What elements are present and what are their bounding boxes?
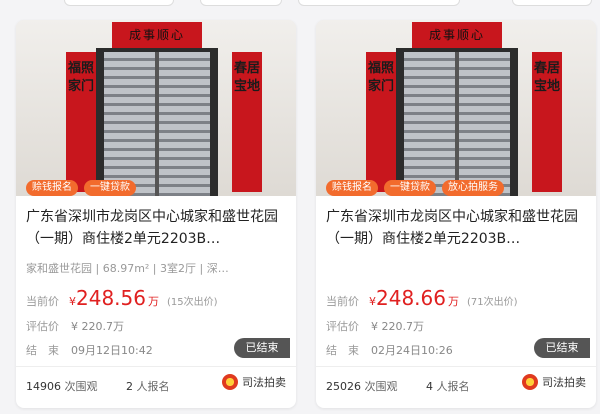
tag-list: 赊钱报名 一键贷款 [26, 180, 136, 196]
listing-meta: 家和盛世花园 | 68.97m² | 3室2厅 | 深… [26, 262, 229, 275]
signup-count: 4 人报名 [426, 380, 470, 393]
end-label: 结 束 [26, 344, 59, 357]
court-emblem-icon [222, 374, 238, 390]
end-value: 02月24日10:26 [371, 344, 453, 357]
evaluation-row: 评估价 ¥ 220.7万 [326, 318, 424, 334]
tag-list: 赊钱报名 一键贷款 放心拍服务 [326, 180, 504, 196]
evaluation-row: 评估价 ¥ 220.7万 [26, 318, 124, 334]
tag-credit-signup: 赊钱报名 [26, 180, 78, 196]
price-label: 当前价 [26, 295, 59, 308]
end-value: 09月12日10:42 [71, 344, 153, 357]
source-label: 司法拍卖 [542, 376, 586, 389]
views-count: 14906 次围观 [26, 380, 98, 393]
eval-value: ¥ 220.7万 [71, 320, 124, 333]
status-badge: 已结束 [534, 338, 590, 358]
couplet-left: 福照家门 [366, 52, 396, 192]
current-price: 248.66 [376, 286, 446, 310]
eval-label: 评估价 [326, 320, 359, 333]
auction-card[interactable]: 成事顺心 福照家门 春居宝地 赊钱报名 一键贷款 放心拍服务 广东省深圳市龙岗区… [316, 20, 596, 408]
tag-one-click-loan: 一键贷款 [384, 180, 436, 196]
door-banner: 成事顺心 [412, 22, 502, 48]
end-label: 结 束 [326, 344, 359, 357]
listing-title[interactable]: 广东省深圳市龙岗区中心城家和盛世花园（一期）商住楼2单元2203B… [26, 206, 288, 250]
current-price-row: 当前价 ¥248.66 万 (71次出价) [326, 286, 518, 310]
source-label: 司法拍卖 [242, 376, 286, 389]
auction-card[interactable]: 成事顺心 福照家门 春居宝地 赊钱报名 一键贷款 广东省深圳市龙岗区中心城家和盛… [16, 20, 296, 408]
listing-title[interactable]: 广东省深圳市龙岗区中心城家和盛世花园（一期）商住楼2单元2203B… [326, 206, 588, 250]
filter-control-3[interactable] [298, 0, 460, 6]
judicial-auction-source: 司法拍卖 [222, 374, 286, 390]
couplet-right: 春居宝地 [532, 52, 562, 192]
couplet-left: 福照家门 [66, 52, 96, 192]
views-count: 25026 次围观 [326, 380, 398, 393]
judicial-auction-source: 司法拍卖 [522, 374, 586, 390]
divider [316, 366, 596, 367]
end-time-row: 结 束 09月12日10:42 [26, 342, 153, 358]
eval-value: ¥ 220.7万 [371, 320, 424, 333]
tag-safe-auction-service: 放心拍服务 [442, 180, 504, 196]
currency-symbol: ¥ [69, 295, 76, 308]
property-photo[interactable]: 成事顺心 福照家门 春居宝地 [16, 20, 296, 196]
status-badge: 已结束 [234, 338, 290, 358]
tag-credit-signup: 赊钱报名 [326, 180, 378, 196]
currency-symbol: ¥ [369, 295, 376, 308]
bid-count: (71次出价) [466, 297, 518, 308]
bid-count: (15次出价) [166, 297, 218, 308]
property-photo[interactable]: 成事顺心 福照家门 春居宝地 [316, 20, 596, 196]
tag-one-click-loan: 一键贷款 [84, 180, 136, 196]
price-unit: 万 [447, 295, 459, 308]
current-price-row: 当前价 ¥248.56 万 (15次出价) [26, 286, 218, 310]
end-time-row: 结 束 02月24日10:26 [326, 342, 453, 358]
filter-control-1[interactable] [64, 0, 174, 6]
door-banner: 成事顺心 [112, 22, 202, 48]
couplet-right: 春居宝地 [232, 52, 262, 192]
filter-control-4[interactable] [512, 0, 592, 6]
signup-count: 2 人报名 [126, 380, 170, 393]
current-price: 248.56 [76, 286, 146, 310]
divider [16, 366, 296, 367]
price-unit: 万 [147, 295, 159, 308]
eval-label: 评估价 [26, 320, 59, 333]
court-emblem-icon [522, 374, 538, 390]
price-label: 当前价 [326, 295, 359, 308]
filter-control-2[interactable] [200, 0, 282, 6]
